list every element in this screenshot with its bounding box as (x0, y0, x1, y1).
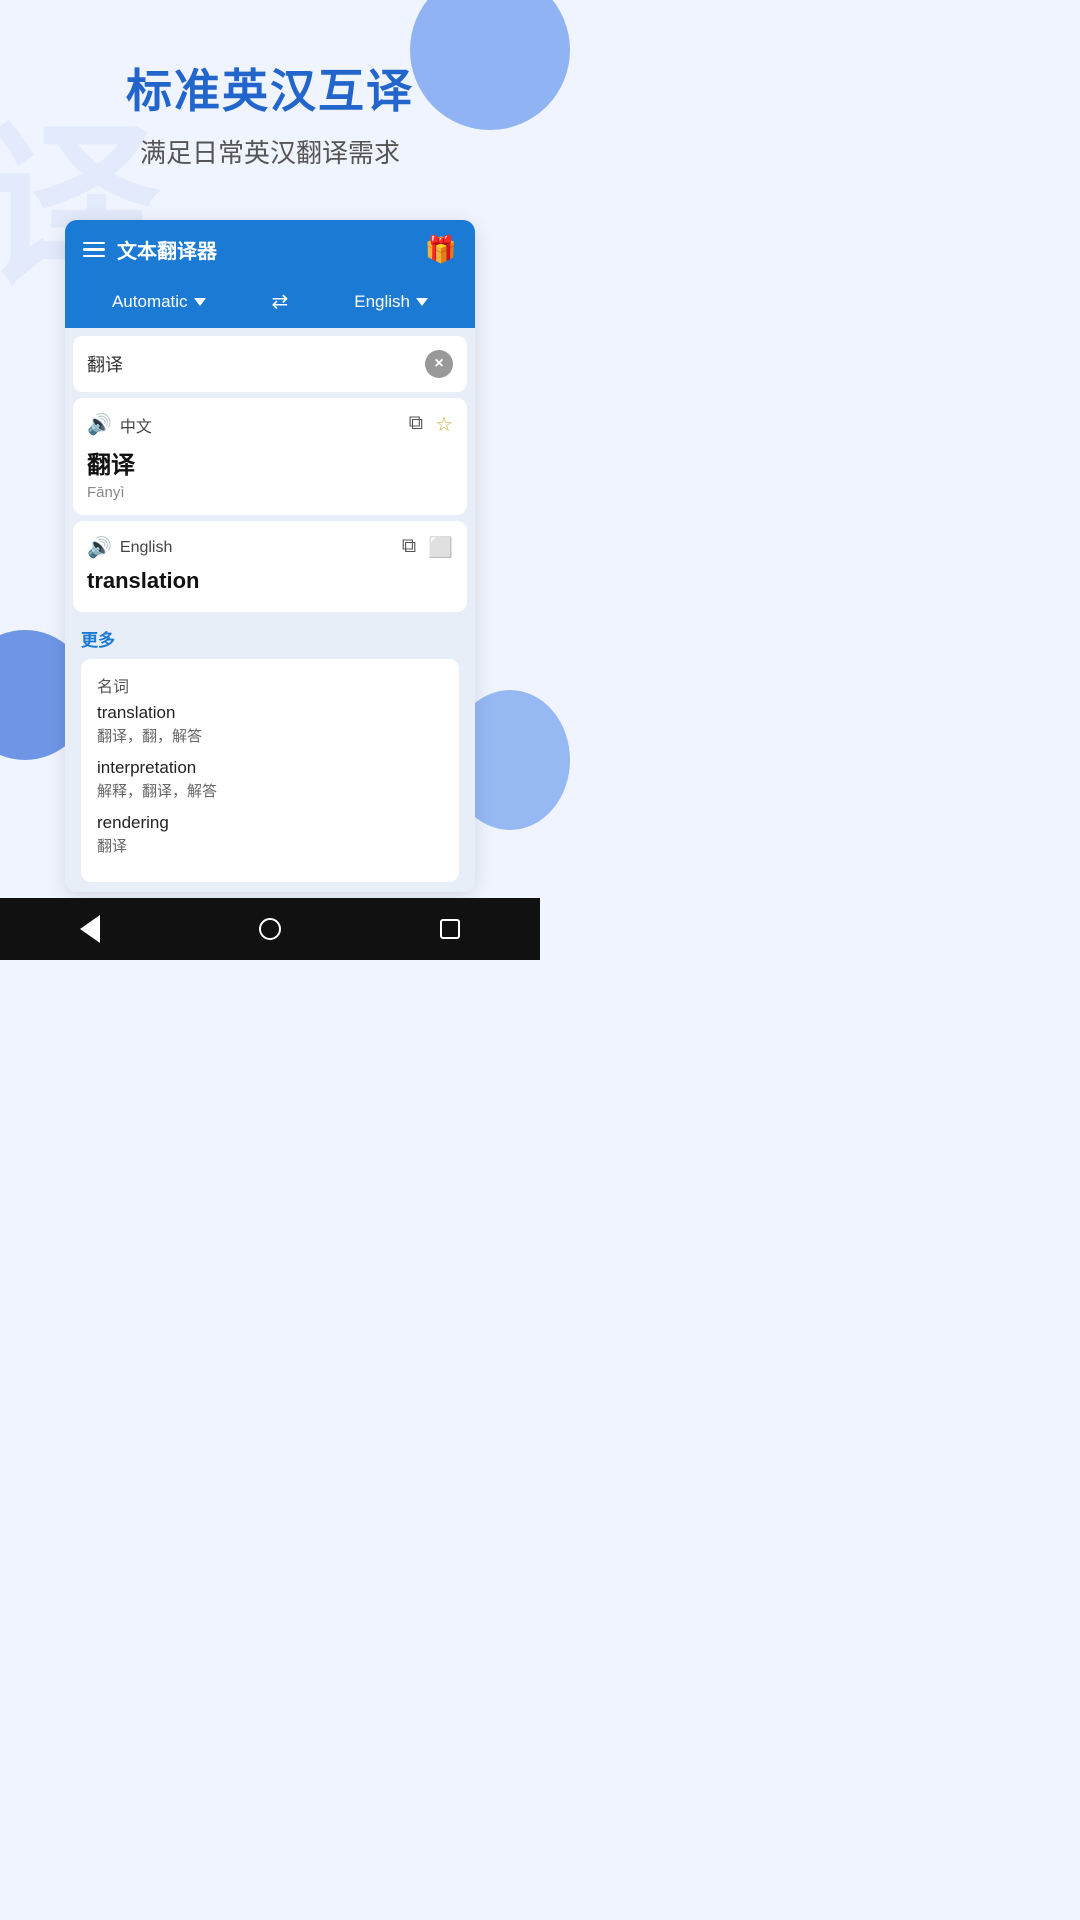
nav-recent-button[interactable] (426, 905, 474, 953)
app-card: 文本翻译器 🎁 Automatic ⇄ English 翻译 × 🔊 中文 ⧉ … (65, 220, 475, 892)
target-language-label: English (354, 292, 410, 312)
chinese-result-text: 翻译 (87, 445, 453, 480)
recent-icon (440, 919, 460, 939)
chinese-result-card: 🔊 中文 ⧉ ☆ 翻译 Fānyì (73, 398, 467, 515)
input-text: 翻译 (87, 351, 425, 377)
chinese-copy-button[interactable]: ⧉ (409, 412, 423, 437)
header-section: 标准英汉互译 满足日常英汉翻译需求 (0, 0, 540, 200)
chinese-lang-row: 🔊 中文 (87, 412, 152, 437)
hamburger-line-1 (83, 242, 105, 245)
chinese-favorite-button[interactable]: ☆ (435, 412, 453, 437)
more-category: 名词 (97, 673, 443, 697)
more-entry-rendering-en: rendering (97, 813, 443, 833)
english-speaker-icon[interactable]: 🔊 (87, 535, 112, 560)
home-icon (259, 918, 281, 940)
nav-home-button[interactable] (246, 905, 294, 953)
english-result-card: 🔊 English ⧉ ⬜ translation (73, 521, 467, 612)
swap-languages-button[interactable]: ⇄ (272, 289, 289, 314)
target-lang-arrow-icon (416, 298, 428, 306)
target-language-selector[interactable]: English (354, 292, 428, 312)
topbar-left: 文本翻译器 (83, 235, 217, 264)
more-section: 更多 名词 translation 翻译，翻，解答 interpretation… (65, 618, 475, 892)
english-lang-label: English (120, 539, 172, 557)
more-card: 名词 translation 翻译，翻，解答 interpretation 解释… (81, 659, 459, 882)
more-entry-translation-zh: 翻译，翻，解答 (97, 725, 443, 746)
english-card-actions: ⧉ ⬜ (402, 535, 453, 560)
source-language-label: Automatic (112, 292, 188, 312)
app-topbar: 文本翻译器 🎁 (65, 220, 475, 279)
nav-back-button[interactable] (66, 905, 114, 953)
chinese-pinyin: Fānyì (87, 484, 453, 501)
english-result-text: translation (87, 568, 453, 594)
navigation-bar (0, 898, 540, 960)
chinese-card-header: 🔊 中文 ⧉ ☆ (87, 412, 453, 437)
english-share-button[interactable]: ⧉ (402, 535, 416, 560)
chinese-speaker-icon[interactable]: 🔊 (87, 412, 112, 437)
back-icon (80, 915, 100, 943)
page-title: 标准英汉互译 (30, 55, 510, 121)
more-entry-translation: translation 翻译，翻，解答 (97, 703, 443, 746)
source-lang-arrow-icon (194, 298, 206, 306)
chinese-card-actions: ⧉ ☆ (409, 412, 453, 437)
hamburger-line-2 (83, 248, 105, 251)
more-entry-interpretation-zh: 解释，翻译，解答 (97, 780, 443, 801)
more-entry-rendering-zh: 翻译 (97, 835, 443, 856)
more-entry-interpretation-en: interpretation (97, 758, 443, 778)
source-language-selector[interactable]: Automatic (112, 292, 206, 312)
page-subtitle: 满足日常英汉翻译需求 (30, 133, 510, 170)
menu-button[interactable] (83, 242, 105, 258)
app-title: 文本翻译器 (117, 235, 217, 264)
english-card-header: 🔊 English ⧉ ⬜ (87, 535, 453, 560)
language-bar: Automatic ⇄ English (65, 279, 475, 328)
english-lang-row: 🔊 English (87, 535, 172, 560)
chinese-lang-label: 中文 (120, 413, 152, 437)
more-entry-interpretation: interpretation 解释，翻译，解答 (97, 758, 443, 801)
more-entry-rendering: rendering 翻译 (97, 813, 443, 856)
hamburger-line-3 (83, 255, 105, 258)
input-area[interactable]: 翻译 × (73, 336, 467, 392)
more-entry-translation-en: translation (97, 703, 443, 723)
english-copy-button[interactable]: ⬜ (428, 535, 453, 560)
clear-button[interactable]: × (425, 350, 453, 378)
gift-button[interactable]: 🎁 (425, 234, 457, 265)
more-label: 更多 (81, 626, 459, 651)
